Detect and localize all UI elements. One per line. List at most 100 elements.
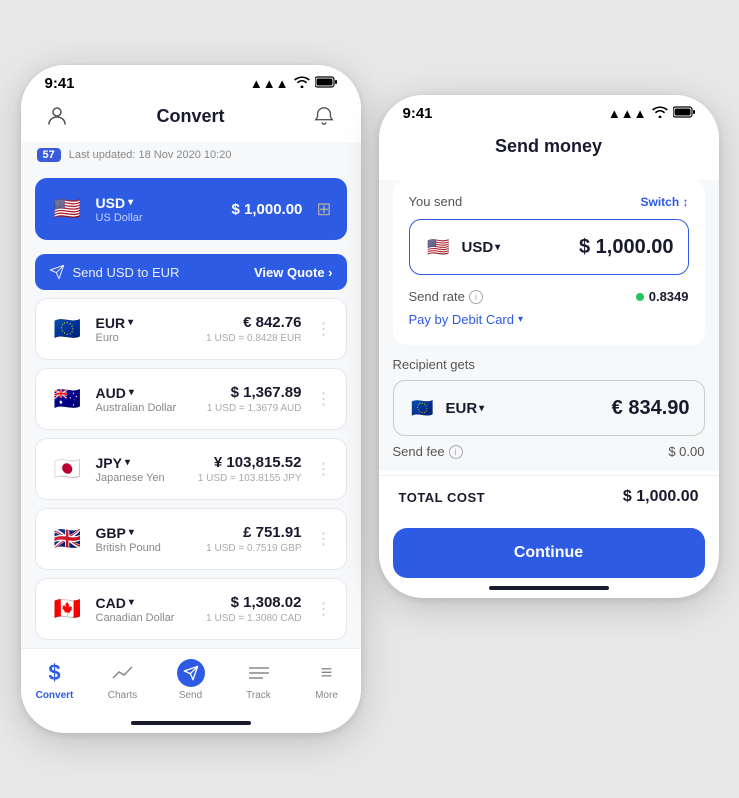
currency-rate-gbp: 1 USD = 0.7519 GBP	[206, 543, 301, 554]
flag-usd: 🇺🇸	[50, 191, 86, 227]
total-cost-value: $ 1,000.00	[623, 488, 699, 506]
flag-aud: 🇦🇺	[50, 381, 86, 417]
chevron-eur-recv: ▾	[479, 403, 484, 414]
currency-right-jpy: ¥ 103,815.52 1 USD = 103.8155 JPY	[198, 454, 302, 484]
status-icons-right: ▲▲▲	[608, 106, 695, 121]
scene: 9:41 ▲▲▲ Convert	[0, 35, 739, 763]
tab-item-convert[interactable]: $ Convert	[29, 659, 81, 701]
you-send-box: 🇺🇸 USD ▾ $ 1,000.00	[409, 219, 689, 275]
recipient-label: Recipient gets	[393, 353, 705, 372]
currency-code-jpy: JPY ▾	[96, 455, 188, 471]
status-bar-right: 9:41 ▲▲▲	[379, 95, 719, 126]
currency-code-usd: USD ▾	[96, 195, 222, 211]
continue-button[interactable]: Continue	[393, 528, 705, 578]
currency-amount-jpy: ¥ 103,815.52	[198, 454, 302, 471]
send-fee-row: Send fee i $ 0.00	[379, 436, 719, 467]
view-quote-btn[interactable]: View Quote ›	[254, 265, 333, 280]
wifi-icon-right	[652, 106, 668, 121]
send-bar[interactable]: Send USD to EUR View Quote ›	[35, 254, 347, 290]
tab-item-charts[interactable]: Charts	[97, 659, 149, 701]
status-icons-left: ▲▲▲	[250, 76, 337, 91]
currency-name-jpy: Japanese Yen	[96, 472, 188, 484]
flag-eur: 🇪🇺	[50, 311, 86, 347]
wifi-icon	[294, 76, 310, 91]
send-fee-value: $ 0.00	[668, 444, 704, 459]
send-bar-text: Send USD to EUR	[73, 265, 180, 280]
flag-jpy: 🇯🇵	[50, 451, 86, 487]
send-amount: $ 1,000.00	[579, 236, 674, 259]
currency-rate-cad: 1 USD = 1.3080 CAD	[206, 613, 301, 624]
switch-button[interactable]: Switch ↕	[640, 195, 688, 209]
more-icon-cad[interactable]: ⋮	[316, 599, 332, 619]
time-left: 9:41	[45, 75, 75, 92]
last-updated-text: Last updated: 18 Nov 2020 10:20	[69, 149, 232, 161]
pay-method-row[interactable]: Pay by Debit Card ▾	[409, 308, 689, 331]
more-icon-eur[interactable]: ⋮	[316, 319, 332, 339]
home-indicator-right	[489, 586, 609, 590]
eur-selector[interactable]: 🇪🇺 EUR ▾	[408, 393, 485, 423]
more-icon-jpy[interactable]: ⋮	[316, 459, 332, 479]
recv-currency-code: EUR ▾	[446, 400, 485, 417]
currency-amount-cad: $ 1,308.02	[206, 594, 301, 611]
currency-name-usd: US Dollar	[96, 212, 222, 224]
battery-icon	[315, 76, 337, 91]
currency-info-jpy: JPY ▾ Japanese Yen	[96, 455, 188, 484]
tab-icon-convert: $	[41, 659, 69, 687]
bell-icon[interactable]	[308, 100, 340, 132]
chevron-usd: ▾	[128, 197, 133, 208]
more-icon-gbp[interactable]: ⋮	[316, 529, 332, 549]
fee-info-icon: i	[449, 445, 463, 459]
currency-code-aud: AUD ▾	[96, 385, 197, 401]
currency-right-cad: $ 1,308.02 1 USD = 1.3080 CAD	[206, 594, 301, 624]
total-cost-label: TOTAL COST	[399, 490, 486, 505]
currency-card-usd-active[interactable]: 🇺🇸 USD ▾ US Dollar $ 1,000.00 ⊞	[35, 178, 347, 240]
currency-right-aud: $ 1,367.89 1 USD = 1.3679 AUD	[207, 384, 302, 414]
calculator-icon[interactable]: ⊞	[316, 199, 331, 220]
currency-list: 🇺🇸 USD ▾ US Dollar $ 1,000.00 ⊞	[21, 170, 361, 648]
phone-convert: 9:41 ▲▲▲ Convert	[21, 65, 361, 733]
tab-icon-send	[177, 659, 205, 687]
you-send-header-row: You send Switch ↕	[409, 194, 689, 209]
rate-info-icon: i	[469, 290, 483, 304]
tab-label-send: Send	[179, 690, 202, 701]
recipient-section: Recipient gets 🇪🇺 EUR ▾ € 834.90	[379, 353, 719, 436]
currency-amount-aud: $ 1,367.89	[207, 384, 302, 401]
currency-card-cad[interactable]: 🇨🇦 CAD ▾ Canadian Dollar $ 1,308.02 1 US…	[35, 578, 347, 640]
currency-name-cad: Canadian Dollar	[96, 612, 197, 624]
currency-name-aud: Australian Dollar	[96, 402, 197, 414]
more-icon-aud[interactable]: ⋮	[316, 389, 332, 409]
battery-icon-right	[673, 106, 695, 121]
currency-info-cad: CAD ▾ Canadian Dollar	[96, 595, 197, 624]
usd-selector[interactable]: 🇺🇸 USD ▾	[424, 232, 501, 262]
currency-card-eur[interactable]: 🇪🇺 EUR ▾ Euro € 842.76 1 USD = 0.8428 EU…	[35, 298, 347, 360]
currency-amount-eur: € 842.76	[206, 314, 301, 331]
you-send-card: You send Switch ↕ 🇺🇸 USD ▾ $ 1,000.00	[393, 180, 705, 345]
currency-code-gbp: GBP ▾	[96, 525, 197, 541]
currency-card-gbp[interactable]: 🇬🇧 GBP ▾ British Pound £ 751.91 1 USD = …	[35, 508, 347, 570]
currency-info-aud: AUD ▾ Australian Dollar	[96, 385, 197, 414]
currency-rate-jpy: 1 USD = 103.8155 JPY	[198, 473, 302, 484]
app-header-send: Send money	[379, 126, 719, 172]
currency-card-aud[interactable]: 🇦🇺 AUD ▾ Australian Dollar $ 1,367.89 1 …	[35, 368, 347, 430]
currency-info-gbp: GBP ▾ British Pound	[96, 525, 197, 554]
tab-label-charts: Charts	[108, 690, 137, 701]
currency-rate-aud: 1 USD = 1.3679 AUD	[207, 403, 302, 414]
currency-card-jpy[interactable]: 🇯🇵 JPY ▾ Japanese Yen ¥ 103,815.52 1 USD…	[35, 438, 347, 500]
send-currency-code: USD ▾	[462, 239, 501, 256]
currency-amount-usd: $ 1,000.00	[232, 201, 303, 218]
recipient-box[interactable]: 🇪🇺 EUR ▾ € 834.90	[393, 380, 705, 436]
tab-item-more[interactable]: ≡ More	[301, 659, 353, 701]
currency-right-gbp: £ 751.91 1 USD = 0.7519 GBP	[206, 524, 301, 554]
flag-usd-send: 🇺🇸	[424, 232, 454, 262]
you-send-label: You send	[409, 194, 463, 209]
app-header-left: Convert	[21, 96, 361, 142]
home-indicator-left	[131, 721, 251, 725]
tab-label-convert: Convert	[36, 690, 74, 701]
signal-icon-right: ▲▲▲	[608, 106, 647, 121]
currency-info-eur: EUR ▾ Euro	[96, 315, 197, 344]
tab-item-track[interactable]: Track	[233, 659, 285, 701]
profile-icon[interactable]	[41, 100, 73, 132]
currency-right-eur: € 842.76 1 USD = 0.8428 EUR	[206, 314, 301, 344]
currency-code-cad: CAD ▾	[96, 595, 197, 611]
tab-item-send[interactable]: Send	[165, 659, 217, 701]
